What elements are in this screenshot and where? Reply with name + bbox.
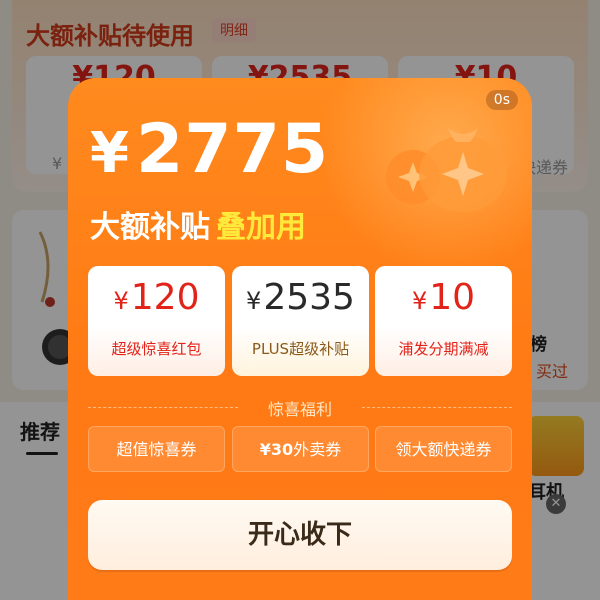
countdown-timer: 0s [485,90,518,110]
coupon-amount: ¥2535 [232,278,369,318]
section-title: 惊喜福利 [267,400,332,419]
coupon-card[interactable]: ¥2535 PLUS超级补贴 [232,266,369,376]
coupon-label: 浦发分期满减 [398,340,489,358]
currency-symbol: ¥ [90,121,130,186]
coupon-card[interactable]: ¥10 浦发分期满减 [375,266,512,376]
benefit-amount: ¥30 [259,440,294,459]
coupon-amount: ¥10 [375,278,512,318]
benefit-voucher[interactable]: 领大额快递券 [375,426,512,472]
money-bag-icon [419,128,507,212]
coupon-amount: ¥120 [88,278,225,318]
subsidy-modal: 0s ¥2775 大额补贴 叠加用 ¥120 超级惊喜红包 ¥2535 PLUS超… [68,78,532,600]
coupon-value: 2535 [263,277,355,318]
currency-symbol: ¥ [411,287,428,315]
coupon-label: PLUS超级补贴 [251,340,350,358]
benefit-voucher[interactable]: 超值惊喜券 [88,426,225,472]
total-value: 2775 [135,110,330,189]
headline-highlight: 叠加用 [216,210,306,245]
total-subsidy-amount: ¥2775 [90,116,329,184]
headline-main: 大额补贴 [90,210,210,245]
coupon-value: 120 [130,277,200,318]
coupon-label: 超级惊喜红包 [111,340,202,358]
benefit-label: 外卖券 [293,440,342,459]
currency-symbol: ¥ [246,287,262,315]
accept-button[interactable]: 开心收下 [88,500,512,570]
modal-headline: 大额补贴 叠加用 [90,202,306,246]
section-divider [362,407,512,408]
benefit-voucher[interactable]: ¥30外卖券 [232,426,369,472]
currency-symbol: ¥ [113,287,129,315]
coupon-card[interactable]: ¥120 超级惊喜红包 [88,266,225,376]
coupon-value: 10 [429,277,476,318]
